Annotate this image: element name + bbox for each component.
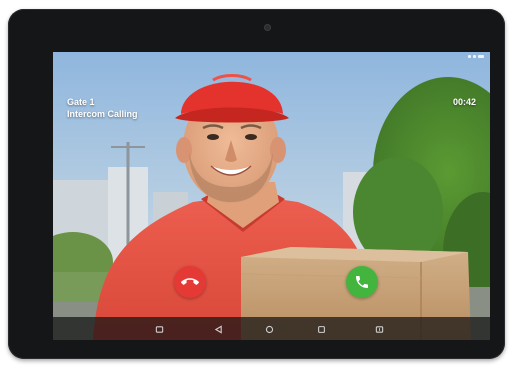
status-indicators xyxy=(468,55,484,58)
recent-apps-icon[interactable] xyxy=(152,322,166,336)
caller-name: Gate 1 xyxy=(67,97,95,107)
screenshot-icon[interactable] xyxy=(372,322,386,336)
decline-call-button[interactable] xyxy=(174,266,206,298)
intercom-call-screen: Gate 1 Intercom Calling 00:42 xyxy=(53,52,490,340)
video-feed xyxy=(53,52,490,340)
tablet-device: Gate 1 Intercom Calling 00:42 xyxy=(8,9,505,359)
caller-subtitle: Intercom Calling xyxy=(67,109,138,119)
phone-icon xyxy=(356,276,368,288)
overview-icon[interactable] xyxy=(314,322,328,336)
signal-icon xyxy=(468,55,471,58)
battery-icon xyxy=(478,55,484,58)
home-icon[interactable] xyxy=(262,322,276,336)
front-camera xyxy=(264,24,271,31)
phone-hangup-icon xyxy=(181,278,199,285)
wifi-icon xyxy=(473,55,476,58)
call-timer: 00:42 xyxy=(452,97,476,107)
accept-call-button[interactable] xyxy=(346,266,378,298)
system-navigation-bar xyxy=(53,317,490,340)
back-icon[interactable] xyxy=(211,322,225,336)
